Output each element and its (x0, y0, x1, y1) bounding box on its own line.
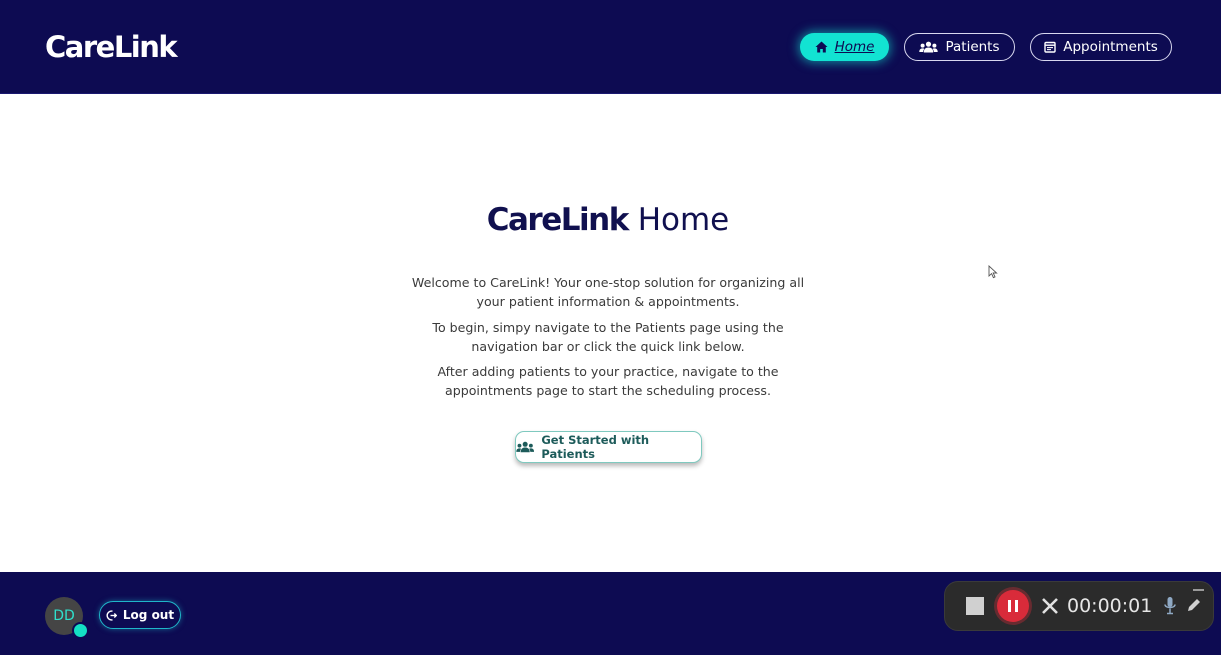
page-title-brand: CareLink (486, 202, 630, 238)
get-started-button[interactable]: Get Started with Patients (515, 431, 702, 463)
stop-recording-button[interactable] (966, 597, 984, 615)
nav-appointments-button[interactable]: Appointments (1030, 33, 1172, 61)
close-icon[interactable] (1040, 596, 1060, 616)
pause-icon-bar-right (1015, 600, 1018, 612)
logout-label: Log out (122, 608, 175, 622)
users-icon (919, 41, 939, 53)
pause-icon-bar-left (1008, 600, 1011, 612)
scheduling-paragraph: After adding patients to your practice, … (437, 364, 779, 398)
nav-home-label: Home (834, 39, 875, 55)
nav-patients-label: Patients (945, 39, 1000, 55)
mouse-cursor-icon (988, 265, 998, 279)
nav-patients-button[interactable]: Patients (904, 33, 1015, 61)
welcome-paragraph: Welcome to CareLink! Your one-stop solut… (411, 275, 805, 309)
logout-icon (106, 609, 117, 621)
page-title: CareLink Home (0, 200, 1216, 240)
minimize-recorder-button[interactable] (1193, 589, 1204, 591)
calendar-icon (1044, 41, 1056, 53)
microphone-icon[interactable] (1163, 596, 1177, 616)
users-icon (516, 441, 535, 453)
instructions-paragraph: To begin, simpy navigate to the Patients… (432, 320, 784, 354)
page-title-suffix: Home (637, 202, 730, 238)
brand-logo[interactable]: CareLink (45, 30, 178, 64)
nav-appointments-label: Appointments (1063, 39, 1158, 55)
get-started-label: Get Started with Patients (541, 433, 650, 461)
online-status-dot (72, 622, 89, 639)
pause-recording-button[interactable] (997, 590, 1029, 622)
pen-icon[interactable] (1186, 597, 1202, 613)
nav-home-button[interactable]: Home (800, 33, 889, 61)
logout-button[interactable]: Log out (99, 601, 181, 629)
recording-timer: 00:00:01 (1067, 595, 1153, 617)
top-navbar: CareLink Home Patients Appointments (0, 0, 1221, 94)
home-icon (815, 41, 828, 53)
